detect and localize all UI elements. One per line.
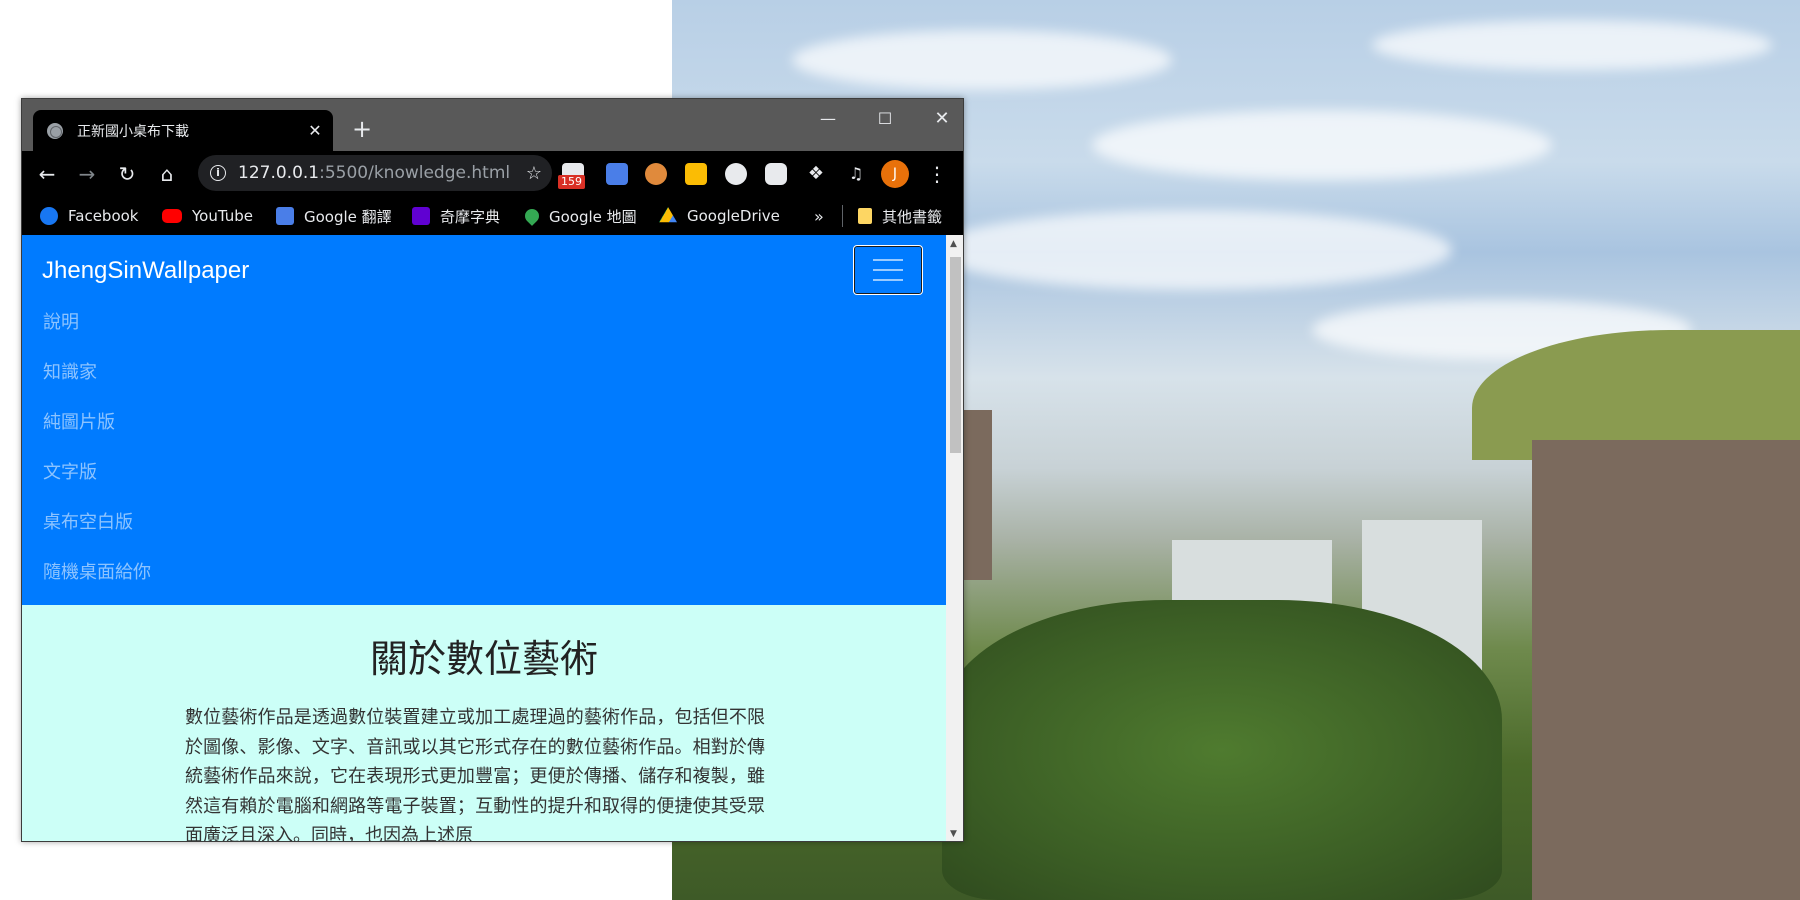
record-extension-icon[interactable]: [725, 163, 747, 185]
bookmarks-divider: [842, 205, 843, 227]
yahoo-dictionary-icon: [412, 207, 430, 225]
nav-link-image-only[interactable]: 純圖片版: [43, 408, 115, 434]
nav-link-instructions[interactable]: 說明: [43, 308, 79, 334]
hamburger-line: [873, 269, 903, 271]
browser-window: 正新國小桌布下載 ✕ + — ☐ ✕ ← → ↻ ⌂ i 127.0.0.1 :…: [21, 98, 964, 842]
media-control-icon[interactable]: ♫: [845, 163, 867, 185]
google-drive-icon: [659, 207, 677, 223]
address-bar[interactable]: i 127.0.0.1 :5500/knowledge.html ☆: [198, 155, 552, 191]
bookmark-google-drive[interactable]: GoogleDrive: [659, 205, 780, 227]
page-title: 關於數位藝術: [369, 637, 598, 681]
extensions-puzzle-icon[interactable]: ❖: [805, 163, 827, 185]
reload-icon[interactable]: ↻: [112, 159, 142, 189]
bookmark-star-icon[interactable]: ☆: [526, 163, 542, 184]
scroll-down-arrow-icon[interactable]: ▼: [950, 829, 957, 839]
url-path: :5500/knowledge.html: [319, 163, 511, 183]
url-host: 127.0.0.1: [238, 163, 320, 183]
scrollbar-thumb[interactable]: [950, 257, 961, 453]
page-viewport: JhengSinWallpaper 說明 知識家 純圖片版 文字版 桌布空白版 …: [22, 235, 963, 842]
navbar-brand[interactable]: JhengSinWallpaper: [42, 257, 249, 285]
browser-toolbar: ← → ↻ ⌂ i 127.0.0.1 :5500/knowledge.html…: [22, 151, 963, 195]
hamburger-line: [873, 279, 903, 281]
google-translate-icon: [276, 207, 294, 225]
vertical-scrollbar[interactable]: ▲ ▼: [946, 235, 963, 841]
nav-link-text-version[interactable]: 文字版: [43, 458, 97, 484]
translate-extension-icon[interactable]: [606, 163, 628, 185]
bookmark-label: YouTube: [192, 207, 253, 225]
back-icon[interactable]: ←: [32, 159, 62, 189]
tab-title: 正新國小桌布下載: [77, 123, 189, 140]
bookmark-label: GoogleDrive: [687, 207, 780, 225]
hamburger-line: [873, 259, 903, 261]
bookmark-label: Google 翻譯: [304, 207, 392, 226]
line-extension-icon[interactable]: [765, 163, 787, 185]
other-bookmarks-folder[interactable]: 其他書籤: [858, 205, 942, 227]
nav-link-knowledge[interactable]: 知識家: [43, 358, 97, 384]
gmail-unread-badge: 159: [558, 175, 585, 189]
bookmark-label: Google 地圖: [549, 207, 637, 226]
owl-extension-icon[interactable]: [645, 163, 667, 185]
maximize-button[interactable]: ☐: [862, 105, 908, 133]
bookmark-google-maps[interactable]: Google 地圖: [522, 205, 637, 227]
nav-link-random-desktop[interactable]: 隨機桌面給你: [43, 558, 151, 584]
bookmark-youtube[interactable]: YouTube: [162, 205, 253, 227]
minimize-button[interactable]: —: [805, 105, 851, 133]
close-window-button[interactable]: ✕: [919, 105, 963, 133]
browser-tab[interactable]: 正新國小桌布下載 ✕: [33, 110, 333, 151]
forward-icon[interactable]: →: [72, 159, 102, 189]
new-tab-button[interactable]: +: [348, 115, 376, 143]
more-menu-icon[interactable]: ⋮: [927, 159, 947, 189]
bookmark-facebook[interactable]: Facebook: [40, 205, 138, 227]
globe-icon: [47, 122, 63, 139]
title-bar: 正新國小桌布下載 ✕ + — ☐ ✕: [22, 99, 963, 151]
bookmark-yahoo-dictionary[interactable]: 奇摩字典: [412, 205, 500, 227]
bookmarks-bar: Facebook YouTube Google 翻譯 奇摩字典 Google 地…: [22, 195, 963, 235]
calendar-extension-icon[interactable]: [685, 163, 707, 185]
youtube-icon: [162, 209, 182, 223]
site-info-icon[interactable]: i: [210, 165, 226, 181]
scroll-up-arrow-icon[interactable]: ▲: [950, 239, 957, 249]
bookmark-label: 其他書籤: [882, 207, 943, 226]
bookmark-label: 奇摩字典: [440, 207, 501, 226]
navbar-toggler-button[interactable]: [853, 245, 923, 295]
home-icon[interactable]: ⌂: [152, 159, 182, 189]
folder-icon: [858, 208, 872, 224]
bookmark-google-translate[interactable]: Google 翻譯: [276, 205, 392, 227]
facebook-icon: [40, 207, 58, 225]
article-paragraph: 數位藝術作品是透過數位裝置建立或加工處理過的藝術作品，包括但不限於圖像、影像、文…: [185, 707, 765, 842]
tab-close-icon[interactable]: ✕: [307, 121, 323, 140]
profile-avatar[interactable]: J: [881, 160, 909, 188]
google-maps-icon: [522, 206, 542, 226]
bookmarks-overflow-button[interactable]: »: [814, 205, 824, 227]
nav-link-blank-wallpaper[interactable]: 桌布空白版: [43, 508, 133, 534]
site-navbar: JhengSinWallpaper 說明 知識家 純圖片版 文字版 桌布空白版 …: [22, 235, 946, 605]
bookmark-label: Facebook: [68, 207, 139, 225]
